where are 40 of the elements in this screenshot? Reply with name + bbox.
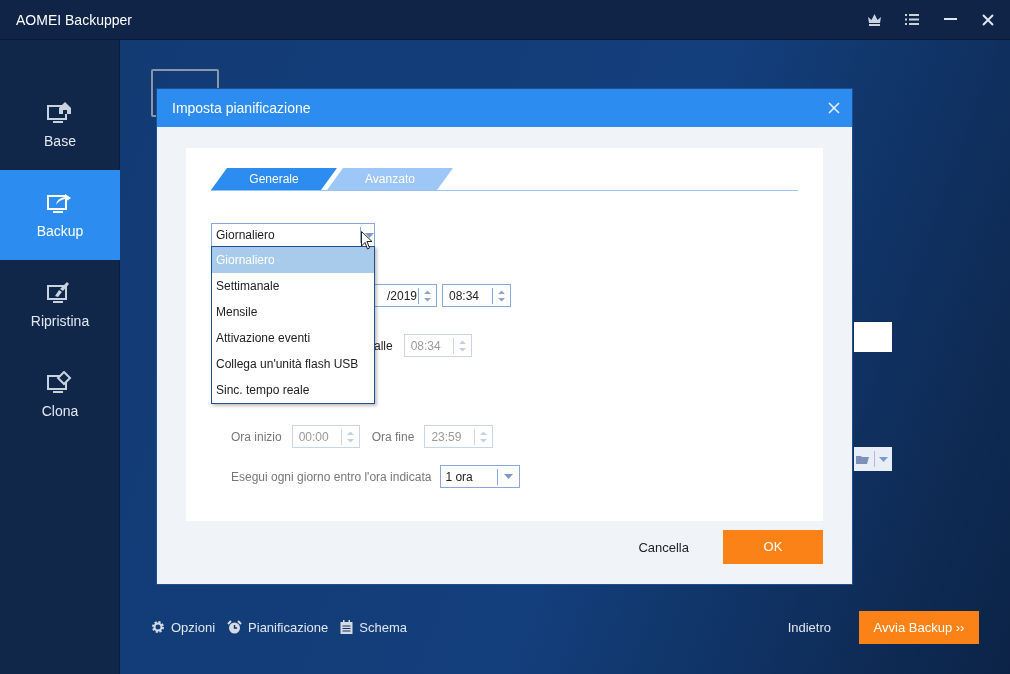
caret-icon [365, 232, 374, 238]
spin-arrows-icon[interactable] [423, 288, 432, 303]
folder-icon [856, 454, 870, 464]
caret-icon [504, 474, 514, 479]
crown-icon[interactable] [867, 13, 881, 26]
sidebar-item[interactable]: Ripristina [0, 260, 120, 350]
menu-icon[interactable] [905, 14, 919, 25]
back-link[interactable]: Indietro [787, 619, 831, 635]
sidebar-item[interactable]: Clona [0, 350, 120, 440]
monitor-home-icon [47, 101, 73, 125]
time-field[interactable]: 08:34 [442, 284, 511, 307]
path-field[interactable] [854, 322, 892, 352]
spin-arrows-icon[interactable] [345, 429, 355, 444]
spin-arrows-icon[interactable] [479, 429, 489, 444]
spin-arrows-icon[interactable] [457, 338, 467, 353]
toolbar-button[interactable]: Pianificazione [227, 619, 329, 635]
field-label: alle [374, 338, 393, 353]
field-label: Ora fine [371, 429, 415, 444]
menu-option[interactable]: Sinc. tempo reale [212, 377, 374, 403]
toolbar-button[interactable]: Opzioni [151, 619, 216, 635]
cancel-button[interactable]: Cancella [638, 539, 689, 555]
caret-icon [879, 456, 888, 462]
alarm-clock-icon [227, 620, 243, 634]
field-label: Ora inizio [231, 429, 282, 444]
spin-arrows-icon[interactable] [497, 288, 506, 303]
menu-option[interactable]: Attivazione eventi [212, 325, 374, 351]
monitor-share-icon [47, 191, 73, 215]
calendar-icon [340, 620, 354, 634]
menu-option[interactable]: Collega un'unità flash USB [212, 351, 374, 377]
monitor-diamond-icon [47, 371, 73, 395]
browse-button[interactable] [854, 447, 892, 471]
toolbar-button[interactable]: Schema [340, 619, 407, 635]
settings-icon [151, 620, 165, 634]
sidebar-item[interactable]: Base [0, 80, 120, 170]
window-title: AOMEI Backupper [16, 11, 133, 28]
close-icon[interactable] [982, 13, 994, 26]
minimize-icon[interactable] [943, 18, 957, 21]
dialog-title: Imposta pianificazione [172, 100, 312, 116]
field-label: Esegui ogni giorno entro l'ora indicata [231, 469, 432, 484]
interval-dropdown[interactable]: 1 ora [440, 465, 521, 488]
